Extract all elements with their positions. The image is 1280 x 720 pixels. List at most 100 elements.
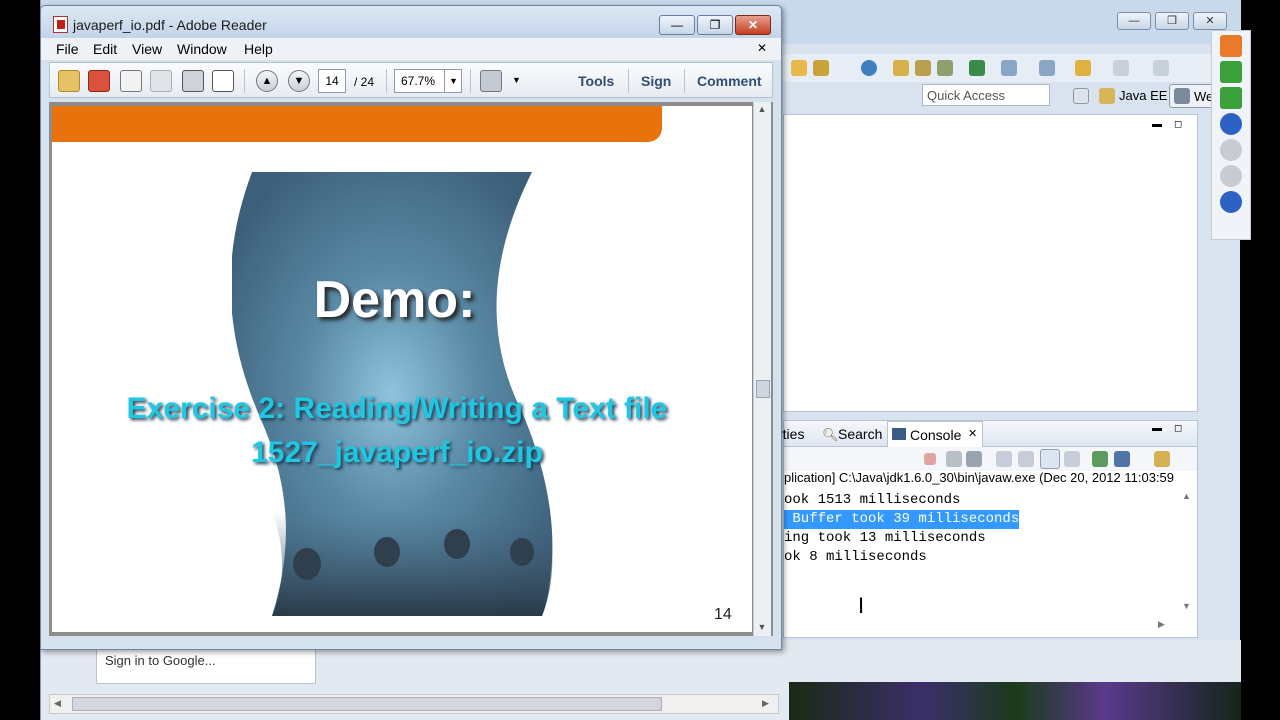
word-wrap-icon[interactable] <box>1040 449 1060 469</box>
perspective-java-ee[interactable]: Java EE <box>1119 88 1167 103</box>
eclipse-close-button[interactable]: ✕ <box>1193 12 1227 30</box>
quick-access-input[interactable]: Quick Access <box>922 84 1050 106</box>
tab-console[interactable]: Console ✕ <box>887 421 983 447</box>
open-console-icon[interactable] <box>1154 451 1170 467</box>
remove-launch-icon[interactable] <box>946 451 962 467</box>
terminate-icon[interactable] <box>924 453 936 465</box>
show-on-output-icon[interactable] <box>1064 451 1080 467</box>
horizontal-scrollbar[interactable]: ◀ ▶ <box>49 694 779 714</box>
console-line: ok 8 milliseconds <box>784 549 927 565</box>
folder-icon[interactable] <box>791 60 807 76</box>
menu-edit[interactable]: Edit <box>93 41 117 57</box>
scroll-up-icon[interactable]: ▲ <box>1182 491 1191 501</box>
back-icon[interactable] <box>1075 60 1091 76</box>
scroll-right-icon[interactable]: ▶ <box>1158 619 1165 630</box>
console-icon <box>892 428 906 440</box>
close-button[interactable]: ✕ <box>735 15 771 35</box>
menu-file[interactable]: File <box>56 41 79 57</box>
minimize-icon[interactable]: ▬ <box>1152 119 1162 130</box>
maximize-icon[interactable]: ◻ <box>1174 119 1182 130</box>
open-perspective-icon[interactable] <box>1073 88 1089 104</box>
pin-console-icon[interactable] <box>1092 451 1108 467</box>
open-type-icon[interactable] <box>937 60 953 76</box>
minimize-button[interactable]: — <box>659 15 695 35</box>
scroll-right-icon[interactable]: ▶ <box>762 698 769 709</box>
editor-area[interactable]: ▬ ◻ <box>783 114 1198 412</box>
microphone-icon[interactable] <box>1220 61 1242 83</box>
slide-subtitle-line1: Exercise 2: Reading/Writing a Text file <box>126 392 668 425</box>
close-document-icon[interactable]: ✕ <box>757 41 767 55</box>
sign-document-icon[interactable] <box>120 70 142 92</box>
forward-icon[interactable] <box>1113 60 1129 76</box>
scroll-down-icon[interactable]: ▼ <box>754 620 770 634</box>
adobe-reader-window: javaperf_io.pdf - Adobe Reader — ❐ ✕ Fil… <box>40 5 782 650</box>
edit-pdf-icon[interactable] <box>88 70 110 92</box>
tools-button[interactable]: Tools <box>578 73 614 89</box>
console-launch-header: plication] C:\Java\jdk1.6.0_30\bin\javaw… <box>784 470 1175 485</box>
maximize-icon[interactable]: ◻ <box>1174 423 1182 434</box>
toolbar-separator <box>470 69 471 93</box>
menu-bar: File Edit View Window Help ✕ <box>41 38 781 60</box>
next-page-icon[interactable]: ▼ <box>288 70 310 92</box>
sign-button[interactable]: Sign <box>641 73 671 89</box>
zoom-dropdown-icon[interactable]: ▼ <box>444 70 462 92</box>
new-server-icon[interactable] <box>893 60 909 76</box>
page-number-input[interactable]: 14 <box>318 69 346 93</box>
menu-help[interactable]: Help <box>244 41 273 57</box>
wand-icon[interactable] <box>813 60 829 76</box>
run-icon[interactable] <box>969 60 985 76</box>
pause-icon[interactable] <box>1220 113 1242 135</box>
settings-icon[interactable] <box>915 60 931 76</box>
tab-search[interactable]: Search <box>838 426 882 442</box>
pen-icon[interactable] <box>1220 191 1242 213</box>
screen-icon[interactable] <box>1220 87 1242 109</box>
minimize-icon[interactable]: ▬ <box>1152 423 1162 434</box>
perspective-web-button[interactable]: We <box>1169 84 1217 108</box>
scroll-left-icon[interactable]: ◀ <box>54 698 61 709</box>
close-icon[interactable]: ✕ <box>968 427 977 440</box>
globe-icon[interactable] <box>861 60 877 76</box>
previous-page-icon[interactable]: ▲ <box>256 70 278 92</box>
next-annotation-icon[interactable] <box>1001 60 1017 76</box>
console-line-selected: Buffer took 39 milliseconds <box>784 510 1020 529</box>
toolbar-separator <box>386 69 387 93</box>
clear-console-icon[interactable] <box>996 451 1012 467</box>
restore-icon[interactable] <box>1220 35 1242 57</box>
eclipse-maximize-button[interactable]: ❐ <box>1155 12 1189 30</box>
comment-button[interactable]: Comment <box>697 73 762 89</box>
scroll-thumb[interactable] <box>756 380 770 398</box>
remove-all-icon[interactable] <box>966 451 982 467</box>
scroll-up-icon[interactable]: ▲ <box>754 102 770 116</box>
person-figure <box>510 538 534 566</box>
sign-in-panel[interactable]: Sign in to Google... <box>96 648 316 684</box>
prev-annotation-icon[interactable] <box>1039 60 1055 76</box>
scroll-thumb[interactable] <box>72 697 662 711</box>
menu-window[interactable]: Window <box>177 41 227 57</box>
console-view: rties 🔍︎ Search Console ✕ ▬ ◻ plication]… <box>778 420 1198 638</box>
search-icon: 🔍︎ <box>822 427 839 442</box>
slide-header-bar <box>52 106 662 142</box>
print-icon[interactable] <box>182 70 204 92</box>
save-icon[interactable] <box>150 70 172 92</box>
sign-in-text[interactable]: Sign in to Google... <box>105 653 216 668</box>
menu-view[interactable]: View <box>132 41 162 57</box>
fit-page-icon[interactable] <box>480 70 502 92</box>
create-pdf-icon[interactable] <box>58 70 80 92</box>
scroll-lock-icon[interactable] <box>1018 451 1034 467</box>
window-title: javaperf_io.pdf - Adobe Reader <box>73 17 267 33</box>
reader-titlebar[interactable]: javaperf_io.pdf - Adobe Reader — ❐ ✕ <box>41 6 781 38</box>
pin-icon[interactable] <box>1153 60 1169 76</box>
fit-dropdown-icon[interactable]: ▼ <box>512 75 521 85</box>
scroll-down-icon[interactable]: ▼ <box>1182 601 1191 611</box>
console-line: ook 1513 milliseconds <box>784 492 961 508</box>
person-figure <box>444 529 470 559</box>
email-icon[interactable] <box>212 70 234 92</box>
web-icon <box>1174 88 1190 104</box>
person-figure <box>374 537 400 567</box>
display-console-icon[interactable] <box>1114 451 1130 467</box>
slide-heading: Demo: <box>313 271 476 329</box>
maximize-button[interactable]: ❐ <box>697 15 733 35</box>
document-area[interactable]: Demo: Exercise 2: Reading/Writing a Text… <box>49 102 773 636</box>
eclipse-minimize-button[interactable]: — <box>1117 12 1151 30</box>
vertical-scrollbar[interactable]: ▲ ▼ <box>753 102 771 636</box>
